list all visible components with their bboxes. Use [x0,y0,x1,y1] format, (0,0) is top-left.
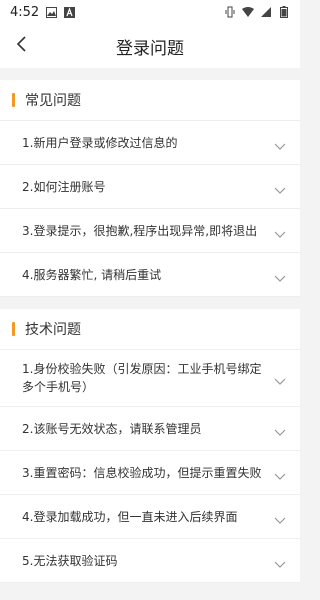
status-time: 4:52 [10,4,40,20]
signal-icon [260,6,272,18]
chevron-down-icon [274,181,286,194]
wifi-icon [242,6,254,18]
faq-label: 3.重置密码：信息校验成功，但提示重置失败 [22,465,262,480]
faq-label: 1.新用户登录或修改过信息的 [22,135,178,150]
faq-label: 2.该账号无效状态，请联系管理员 [22,421,202,436]
section-technical-questions: 技术问题 1.身份校验失败（引发原因：工业手机号绑定多个手机号） 2.该账号无效… [0,309,300,583]
chevron-left-icon [16,36,28,56]
chevron-down-icon [274,467,286,480]
faq-label: 4.服务器繁忙, 请稍后重试 [22,267,162,282]
section-title: 常见问题 [25,93,81,109]
section-common-questions: 常见问题 1.新用户登录或修改过信息的 2.如何注册账号 3.登录提示，很抱歉,… [0,80,300,297]
status-left: 4:52 [10,5,75,20]
chevron-down-icon [274,555,286,568]
a-text-icon [63,6,75,18]
chevron-down-icon [274,423,286,436]
faq-label: 5.无法获取验证码 [22,553,118,568]
faq-item[interactable]: 3.重置密码：信息校验成功，但提示重置失败 [0,451,300,495]
accent-bar [12,322,15,336]
faq-item[interactable]: 2.如何注册账号 [0,165,300,209]
faq-label: 4.登录加载成功，但一直未进入后续界面 [22,509,238,524]
chevron-down-icon [274,372,286,385]
faq-label: 2.如何注册账号 [22,179,106,194]
section-header: 常见问题 [0,80,300,121]
page-title: 登录问题 [116,38,184,59]
chevron-down-icon [274,269,286,282]
app-header: 登录问题 [0,24,300,68]
battery-icon [278,6,290,18]
faq-label: 3.登录提示，很抱歉,程序出现异常,即将退出 [22,223,258,238]
section-gap [0,68,300,80]
faq-item[interactable]: 4.服务器繁忙, 请稍后重试 [0,253,300,297]
image-icon [45,6,57,18]
status-bar: 4:52 [0,0,300,24]
faq-label: 1.身份校验失败（引发原因：工业手机号绑定多个手机号） [22,362,262,394]
faq-item[interactable]: 1.身份校验失败（引发原因：工业手机号绑定多个手机号） [0,350,300,407]
accent-bar [12,93,15,107]
faq-item[interactable]: 1.新用户登录或修改过信息的 [0,121,300,165]
vibrate-icon [224,6,236,18]
section-header: 技术问题 [0,309,300,350]
chevron-down-icon [274,225,286,238]
faq-item[interactable]: 4.登录加载成功，但一直未进入后续界面 [0,495,300,539]
section-title: 技术问题 [25,322,81,338]
faq-item[interactable]: 2.该账号无效状态，请联系管理员 [0,407,300,451]
chevron-down-icon [274,137,286,150]
status-right [224,6,290,18]
back-button[interactable] [6,30,38,62]
faq-item[interactable]: 5.无法获取验证码 [0,539,300,583]
faq-item[interactable]: 3.登录提示，很抱歉,程序出现异常,即将退出 [0,209,300,253]
section-gap [0,297,300,309]
chevron-down-icon [274,511,286,524]
